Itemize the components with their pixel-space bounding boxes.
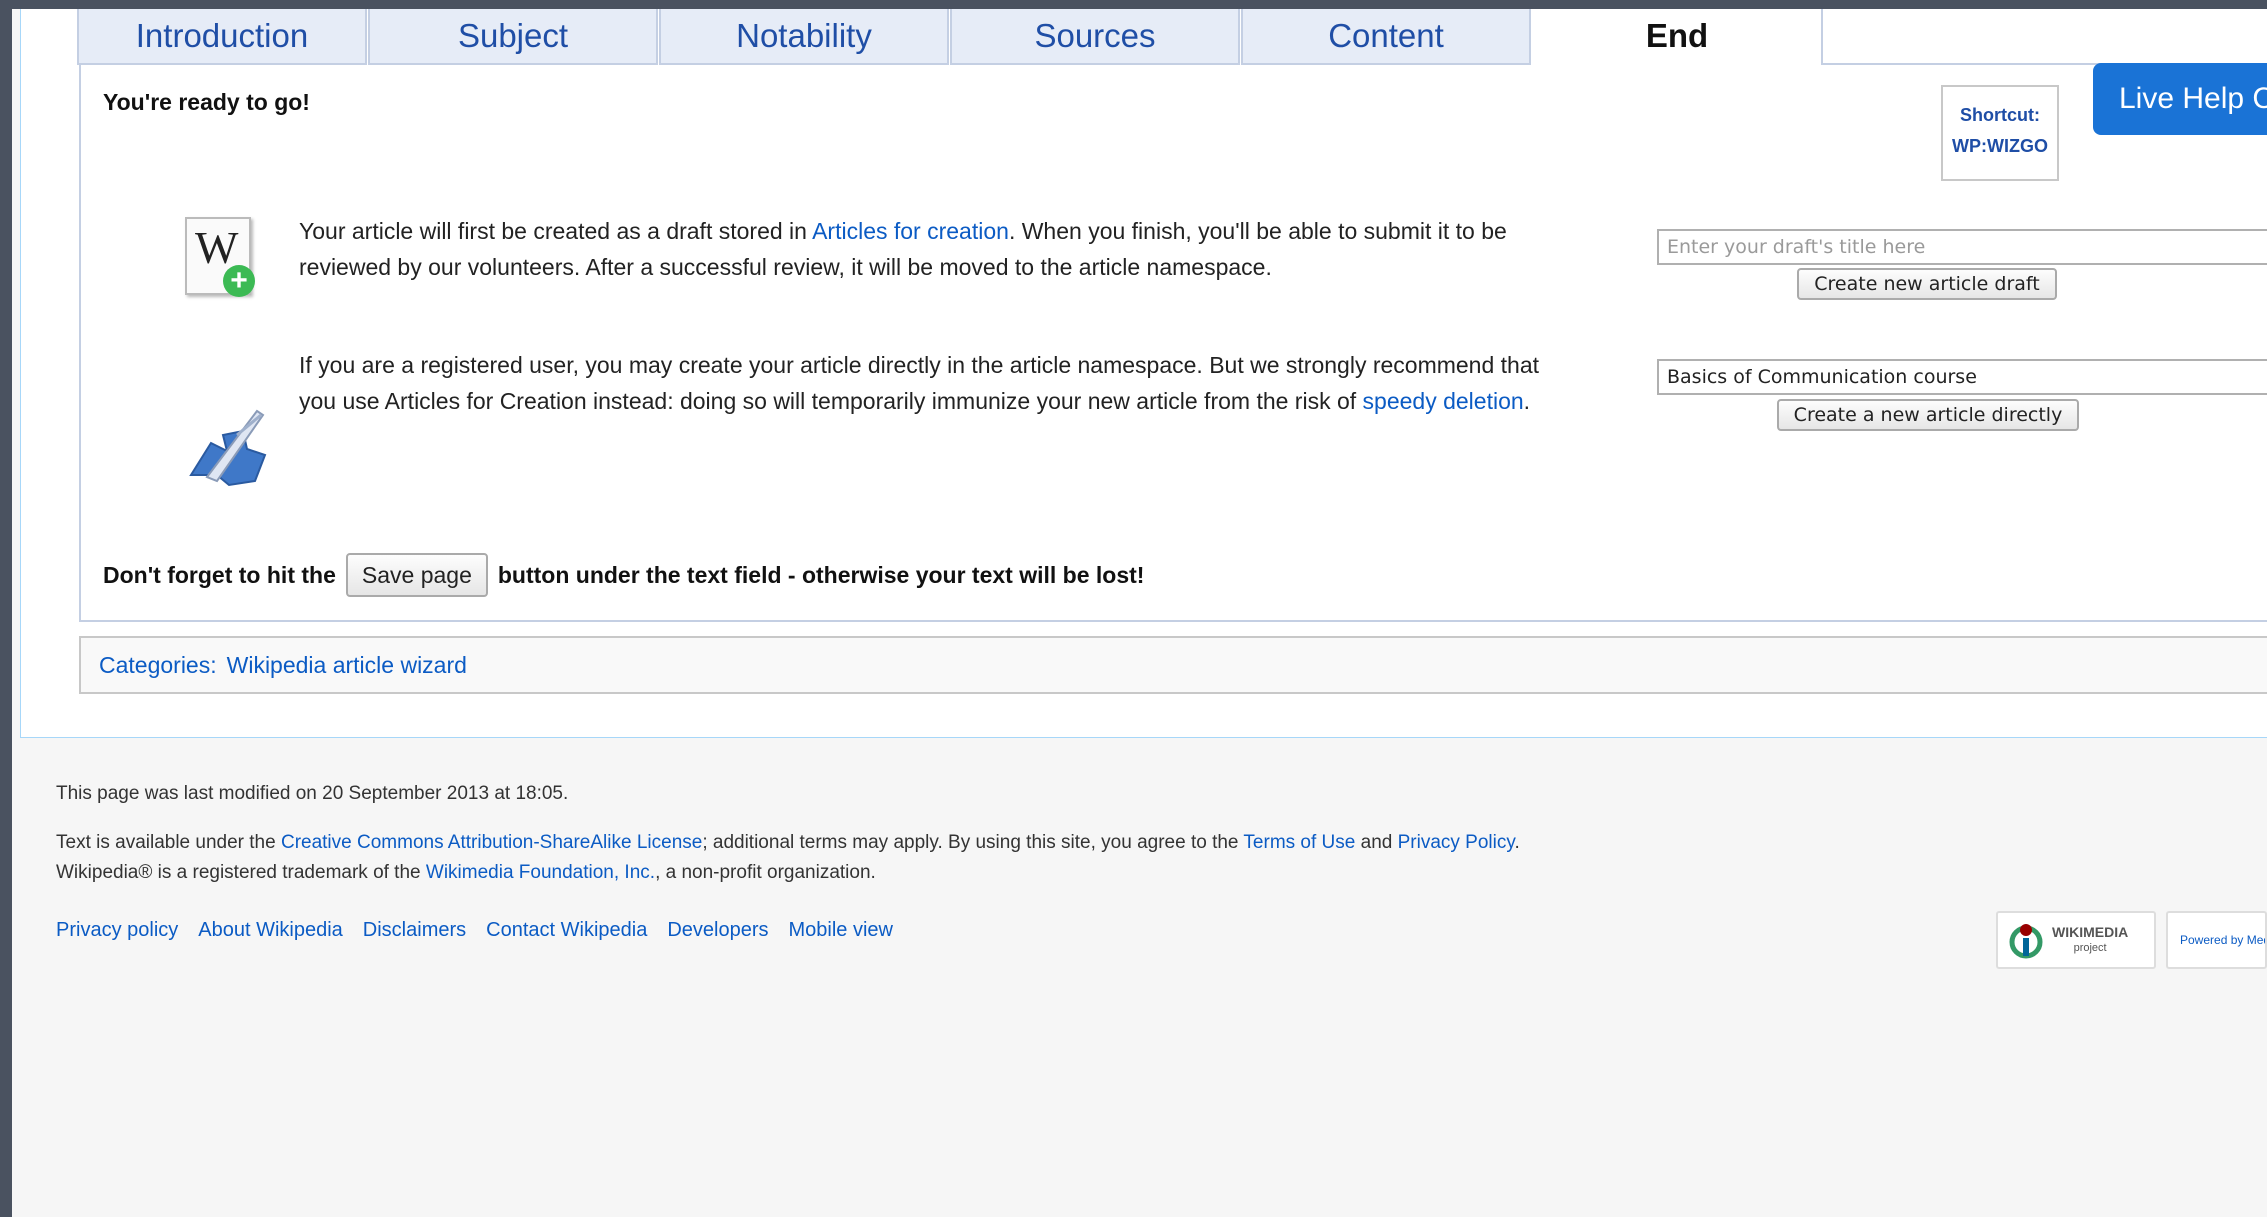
tab-divider bbox=[1821, 9, 1823, 65]
save-reminder: Don't forget to hit the Save page button… bbox=[103, 553, 1144, 597]
wikimedia-badge-label: WIKIMEDIA bbox=[2052, 924, 2129, 940]
footer-disclaimers[interactable]: Disclaimers bbox=[363, 919, 466, 942]
wikipedia-draft-icon: W + bbox=[185, 217, 255, 297]
wizard-panel: You're ready to go! Shortcut: WP:WIZGO L… bbox=[79, 63, 2267, 622]
terms-link[interactable]: Terms of Use bbox=[1243, 832, 1355, 853]
shortcut-link[interactable]: WP:WIZGO bbox=[1943, 136, 2057, 157]
shortcut-box: Shortcut: WP:WIZGO bbox=[1941, 85, 2059, 181]
license-text: Text is available under the Creative Com… bbox=[56, 832, 1520, 853]
category-link[interactable]: Wikipedia article wizard bbox=[227, 652, 467, 679]
articles-for-creation-link[interactable]: Articles for creation bbox=[812, 218, 1009, 244]
mediawiki-badge[interactable]: Powered by MediaWiki bbox=[2166, 911, 2267, 969]
footer-links: Privacy policy About Wikipedia Disclaime… bbox=[56, 919, 913, 942]
article-title-input[interactable] bbox=[1657, 359, 2267, 395]
draft-description: Your article will first be created as a … bbox=[299, 218, 1507, 280]
footer-about[interactable]: About Wikipedia bbox=[198, 919, 343, 942]
footer-contact[interactable]: Contact Wikipedia bbox=[486, 919, 647, 942]
draft-title-input[interactable] bbox=[1657, 229, 2267, 265]
screen-bezel-left bbox=[0, 0, 12, 1217]
wikimedia-badge[interactable]: WIKIMEDIA project bbox=[1996, 911, 2156, 969]
categories-label[interactable]: Categories: bbox=[99, 652, 217, 679]
last-modified: This page was last modified on 20 Septem… bbox=[56, 783, 569, 804]
content-area: Introduction Subject Notability Sources … bbox=[20, 9, 2267, 738]
wikimedia-logo-icon bbox=[2009, 924, 2043, 959]
privacy-link[interactable]: Privacy Policy bbox=[1398, 832, 1515, 853]
footer-privacy-policy[interactable]: Privacy policy bbox=[56, 919, 178, 942]
ready-heading: You're ready to go! bbox=[103, 89, 310, 115]
tab-introduction[interactable]: Introduction bbox=[77, 9, 367, 65]
direct-description: If you are a registered user, you may cr… bbox=[299, 352, 1540, 414]
category-box: Categories: Wikipedia article wizard bbox=[79, 636, 2267, 694]
live-help-button[interactable]: Live Help Ch bbox=[2093, 63, 2267, 135]
footer-developers[interactable]: Developers bbox=[667, 919, 768, 942]
wiki-page: Introduction Subject Notability Sources … bbox=[12, 9, 2267, 1217]
create-article-button[interactable]: Create a new article directly bbox=[1777, 399, 2079, 431]
footer-mobile-view[interactable]: Mobile view bbox=[789, 919, 893, 942]
shortcut-label: Shortcut: bbox=[1960, 105, 2040, 125]
tab-content[interactable]: Content bbox=[1241, 9, 1531, 65]
tab-notability[interactable]: Notability bbox=[659, 9, 949, 65]
save-page-button[interactable]: Save page bbox=[345, 553, 488, 597]
puzzle-quill-icon bbox=[189, 409, 267, 487]
trademark-text: Wikipedia® is a registered trademark of … bbox=[56, 862, 876, 883]
foundation-link[interactable]: Wikimedia Foundation, Inc. bbox=[426, 862, 655, 883]
wikimedia-badge-sub: project bbox=[2073, 942, 2107, 954]
tab-sources[interactable]: Sources bbox=[950, 9, 1240, 65]
tab-end[interactable]: End bbox=[1532, 9, 1822, 65]
screen-bezel-top bbox=[0, 0, 2267, 9]
mediawiki-badge-label: Powered by MediaWiki bbox=[2180, 933, 2265, 947]
license-link[interactable]: Creative Commons Attribution-ShareAlike … bbox=[281, 832, 702, 853]
tab-subject[interactable]: Subject bbox=[368, 9, 658, 65]
wizard-tabs: Introduction Subject Notability Sources … bbox=[77, 9, 1822, 65]
speedy-deletion-link[interactable]: speedy deletion bbox=[1363, 388, 1524, 414]
create-draft-button[interactable]: Create new article draft bbox=[1797, 268, 2057, 300]
